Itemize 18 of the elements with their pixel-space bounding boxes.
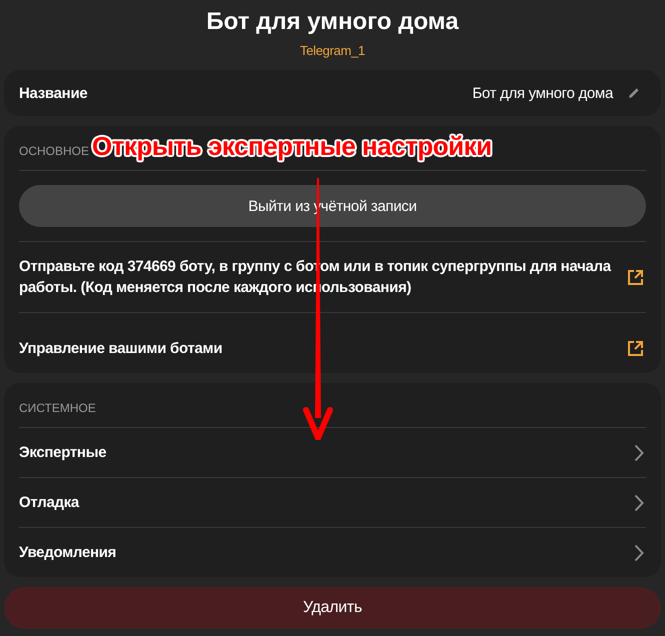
name-label: Название [19, 84, 88, 102]
annotation-text: Открыть экспертные настройки [92, 131, 492, 162]
chevron-right-icon[interactable] [634, 544, 644, 562]
page-title: Бот для умного дома [206, 7, 459, 37]
menu-item[interactable]: Экспертные [19, 442, 106, 463]
name-value[interactable]: Бот для умного дома [472, 84, 613, 102]
chevron-right-icon[interactable] [634, 444, 644, 462]
external-link-icon[interactable] [627, 268, 644, 286]
section-heading: СИСТЕМНОЕ [19, 401, 96, 415]
delete-button[interactable]: Удалить [4, 587, 661, 629]
chevron-right-icon[interactable] [634, 494, 644, 512]
pencil-icon[interactable] [627, 86, 641, 100]
menu-item[interactable]: Уведомления [19, 542, 116, 563]
link-text[interactable]: Управление вашими ботами [19, 338, 222, 358]
section-heading: ОСНОВНОЕ [19, 144, 90, 158]
bot-type: Telegram_1 [300, 43, 365, 58]
external-link-icon[interactable] [627, 340, 644, 356]
menu-item[interactable]: Отладка [19, 492, 79, 513]
